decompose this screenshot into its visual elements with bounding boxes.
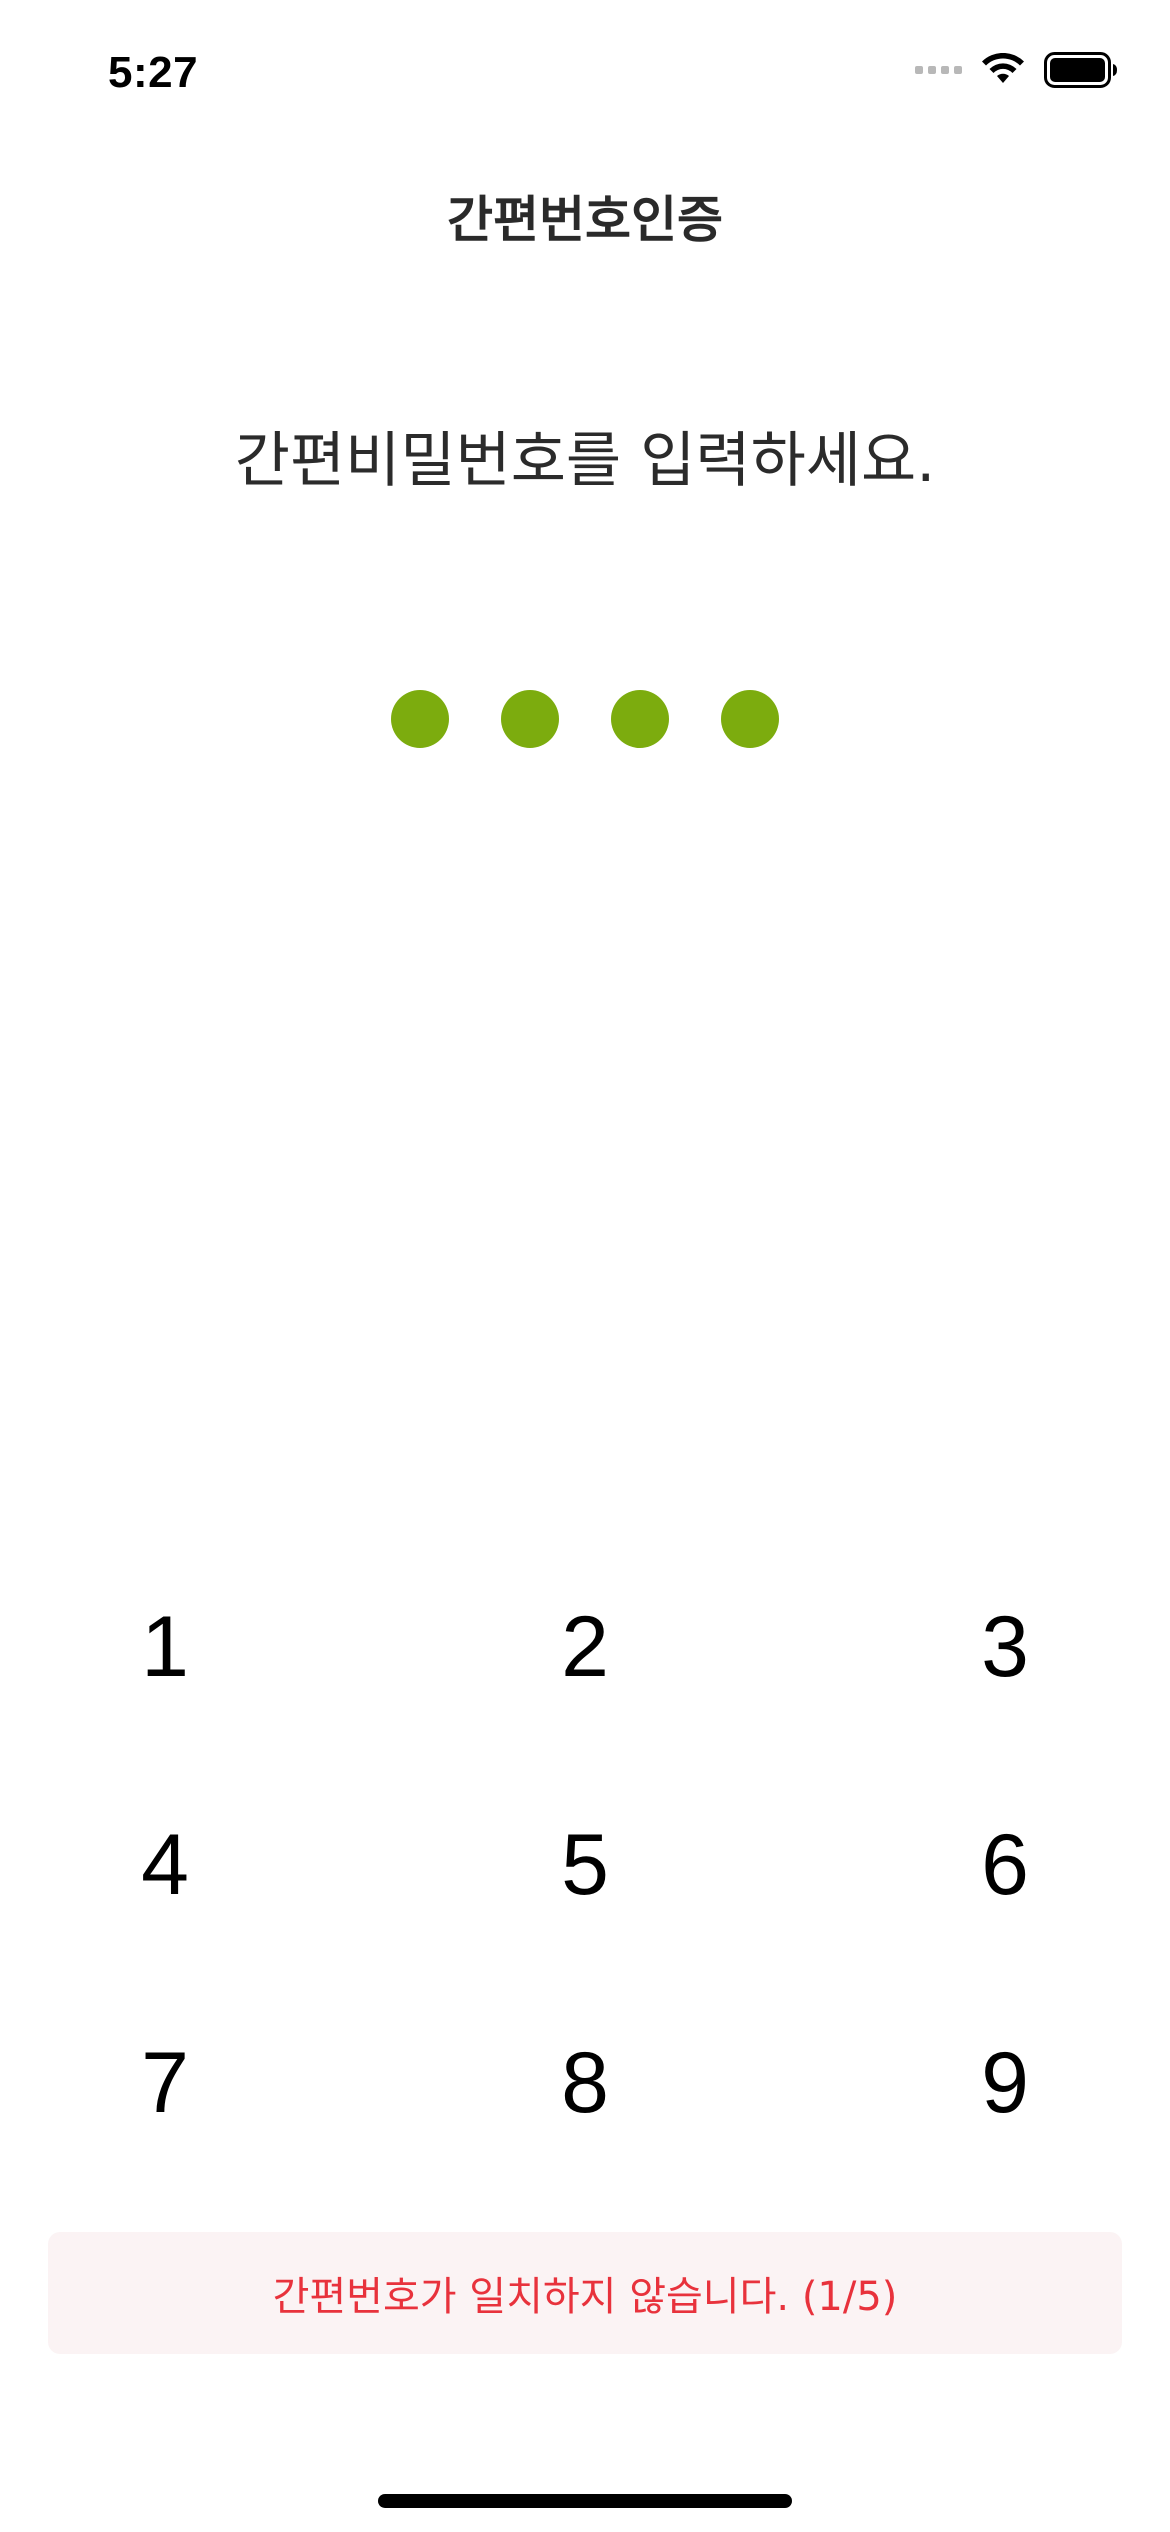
keypad-key-8[interactable]: 8 <box>390 1974 780 2192</box>
pin-indicator <box>0 690 1170 748</box>
keypad-key-3[interactable]: 3 <box>780 1538 1170 1756</box>
pin-dot <box>611 690 669 748</box>
error-message-banner: 간편번호가 일치하지 않습니다. (1/5) <box>48 2232 1122 2354</box>
keypad-key-label: 8 <box>561 2034 609 2131</box>
keypad-key-5[interactable]: 5 <box>390 1756 780 1974</box>
numeric-keypad: 1 2 3 4 5 6 7 8 9 <box>0 1538 1170 2192</box>
keypad-key-label: 7 <box>141 2034 189 2131</box>
signal-icon <box>915 66 962 74</box>
status-icons <box>915 52 1118 88</box>
home-indicator[interactable] <box>378 2494 792 2508</box>
status-time: 5:27 <box>108 48 199 97</box>
keypad-key-label: 5 <box>561 1816 609 1913</box>
pin-dot <box>501 690 559 748</box>
pin-prompt: 간편비밀번호를 입력하세요. <box>234 426 936 496</box>
keypad-key-label: 3 <box>981 1598 1029 1695</box>
status-bar: 5:27 <box>0 0 1170 140</box>
keypad-key-label: 4 <box>141 1816 189 1913</box>
wifi-icon <box>982 53 1024 83</box>
keypad-key-7[interactable]: 7 <box>0 1974 390 2192</box>
keypad-key-label: 9 <box>981 2034 1029 2131</box>
keypad-key-label: 1 <box>141 1598 189 1695</box>
keypad-key-9[interactable]: 9 <box>780 1974 1170 2192</box>
keypad-key-4[interactable]: 4 <box>0 1756 390 1974</box>
pin-dot <box>721 690 779 748</box>
keypad-key-6[interactable]: 6 <box>780 1756 1170 1974</box>
keypad-key-2[interactable]: 2 <box>390 1538 780 1756</box>
pin-dot <box>391 690 449 748</box>
keypad-key-1[interactable]: 1 <box>0 1538 390 1756</box>
keypad-key-label: 2 <box>561 1598 609 1695</box>
page-title: 간편번호인증 <box>447 191 723 249</box>
battery-icon <box>1044 52 1117 88</box>
error-message: 간편번호가 일치하지 않습니다. (1/5) <box>272 2274 898 2320</box>
keypad-key-label: 6 <box>981 1816 1029 1913</box>
